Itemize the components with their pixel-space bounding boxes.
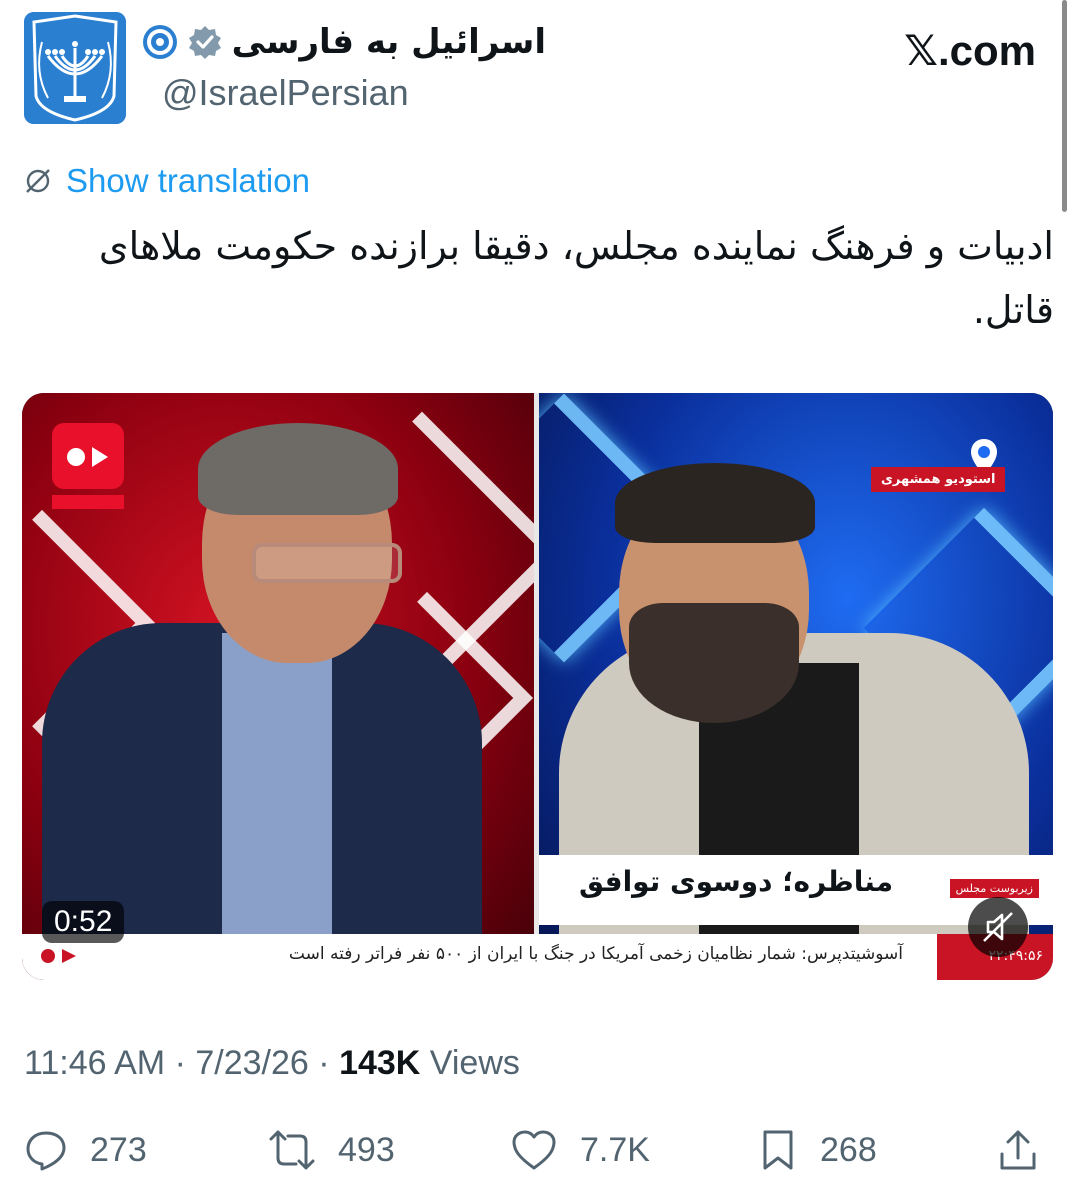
like-count: 7.7K bbox=[580, 1130, 650, 1169]
avatar[interactable] bbox=[24, 12, 126, 124]
repost-count: 493 bbox=[338, 1130, 395, 1169]
meta-separator: · bbox=[174, 1044, 186, 1082]
reply-icon bbox=[26, 1131, 66, 1171]
reply-button[interactable]: 273 bbox=[24, 1128, 147, 1172]
user-handle[interactable]: @IsraelPersian bbox=[162, 72, 409, 114]
tweet-meta: 11:46 AM · 7/23/26 · 143K Views bbox=[24, 1044, 520, 1083]
translate-globe-icon bbox=[26, 169, 50, 193]
affiliate-badge-icon bbox=[142, 25, 177, 59]
guest-right-hair bbox=[615, 463, 815, 543]
views-count: 143K bbox=[339, 1044, 421, 1082]
guest-left-glasses bbox=[252, 543, 402, 583]
video-left-panel bbox=[22, 393, 534, 980]
share-button[interactable] bbox=[996, 1128, 1040, 1174]
scrollbar[interactable] bbox=[1062, 0, 1067, 212]
news-ticker: آسوشیتدپرس: شمار نظامیان زخمی آمریکا در … bbox=[22, 934, 1053, 980]
video-player[interactable]: استودیو همشهری مناظره؛ دوسوی توافق زیربو… bbox=[22, 393, 1053, 980]
ticker-text: آسوشیتدپرس: شمار نظامیان زخمی آمریکا در … bbox=[288, 944, 903, 964]
tweet-date[interactable]: 7/23/26 bbox=[195, 1044, 308, 1082]
location-tag: استودیو همشهری bbox=[871, 467, 1006, 492]
meta-separator: · bbox=[318, 1044, 330, 1082]
reply-count: 273 bbox=[90, 1130, 147, 1169]
views-label: Views bbox=[429, 1044, 520, 1082]
emblem-of-israel-icon bbox=[24, 12, 126, 124]
guest-left-shirt bbox=[222, 633, 332, 963]
display-name: اسرائیل به فارسی bbox=[231, 22, 546, 62]
bookmark-count: 268 bbox=[820, 1130, 877, 1169]
share-icon bbox=[1000, 1130, 1036, 1170]
action-bar: 273 493 7.7K 268 bbox=[0, 1120, 1076, 1184]
guest-right-beard bbox=[629, 603, 799, 723]
repost-button[interactable]: 493 bbox=[268, 1128, 395, 1172]
video-duration: 0:52 bbox=[42, 901, 125, 943]
tweet-text: ادبیات و فرهنگ نماینده مجلس، دقیقا برازن… bbox=[98, 224, 1054, 332]
verified-badge-icon bbox=[188, 26, 221, 59]
heart-icon bbox=[512, 1130, 556, 1170]
author-name-row[interactable]: اسرائیل به فارسی bbox=[142, 22, 546, 62]
guest-left-hair bbox=[198, 423, 398, 515]
mute-button[interactable] bbox=[968, 897, 1028, 957]
bookmark-icon bbox=[763, 1130, 793, 1170]
like-button[interactable]: 7.7K bbox=[510, 1128, 650, 1172]
tweet-time[interactable]: 11:46 AM bbox=[24, 1044, 165, 1082]
tv-channel-logo-icon bbox=[52, 423, 124, 509]
show-translation-label: Show translation bbox=[66, 162, 310, 199]
lower-third-title: مناظره؛ دوسوی توافق bbox=[579, 865, 894, 898]
lower-third-subtitle: زیربوست مجلس bbox=[949, 879, 1039, 898]
speaker-muted-icon bbox=[983, 912, 1013, 942]
show-translation-button[interactable]: Show translation bbox=[24, 162, 310, 200]
bookmark-button[interactable]: 268 bbox=[758, 1128, 877, 1172]
x-brand-logo: 𝕏.com bbox=[904, 27, 1036, 74]
repost-icon bbox=[269, 1130, 315, 1170]
ticker-logo-icon bbox=[41, 949, 76, 963]
